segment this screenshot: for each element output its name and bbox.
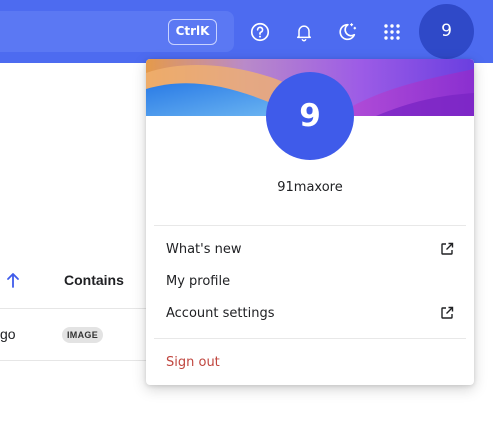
external-link-icon — [441, 242, 454, 255]
sign-out-button[interactable]: Sign out — [146, 346, 474, 378]
menu-divider — [154, 225, 466, 226]
account-menu: 9 91maxore What's new My profile Account… — [146, 59, 474, 385]
menu-divider — [154, 338, 466, 339]
theme-toggle-icon — [339, 23, 357, 41]
menu-item-whats-new[interactable]: What's new — [146, 233, 474, 265]
sort-ascending-icon[interactable] — [5, 271, 21, 289]
account-username: 91maxore — [277, 180, 343, 195]
help-button[interactable] — [247, 18, 273, 46]
bell-icon — [297, 25, 311, 42]
external-link-icon — [441, 306, 454, 319]
menu-item-label: What's new — [166, 241, 242, 257]
theme-toggle-button[interactable] — [334, 18, 360, 46]
sign-out-label: Sign out — [166, 354, 220, 370]
content-type-tag: IMAGE — [62, 327, 104, 343]
table-header-divider — [0, 308, 160, 309]
help-icon — [250, 22, 270, 42]
search-shortcut-hint: CtrlK — [168, 19, 217, 45]
table-row-divider — [0, 360, 160, 361]
table-cell-name: go — [0, 326, 16, 342]
menu-item-label: My profile — [166, 273, 231, 289]
column-header-contains[interactable]: Contains — [64, 272, 124, 288]
apps-grid-icon — [384, 24, 400, 40]
notifications-button[interactable] — [291, 18, 317, 46]
top-bar: CtrlK 9 — [0, 0, 493, 63]
user-avatar-button[interactable]: 9 — [419, 4, 474, 59]
account-avatar: 9 — [266, 72, 354, 160]
menu-item-label: Account settings — [166, 305, 275, 321]
menu-item-account-settings[interactable]: Account settings — [146, 297, 474, 329]
apps-button[interactable] — [379, 18, 405, 46]
menu-item-my-profile[interactable]: My profile — [146, 265, 474, 297]
